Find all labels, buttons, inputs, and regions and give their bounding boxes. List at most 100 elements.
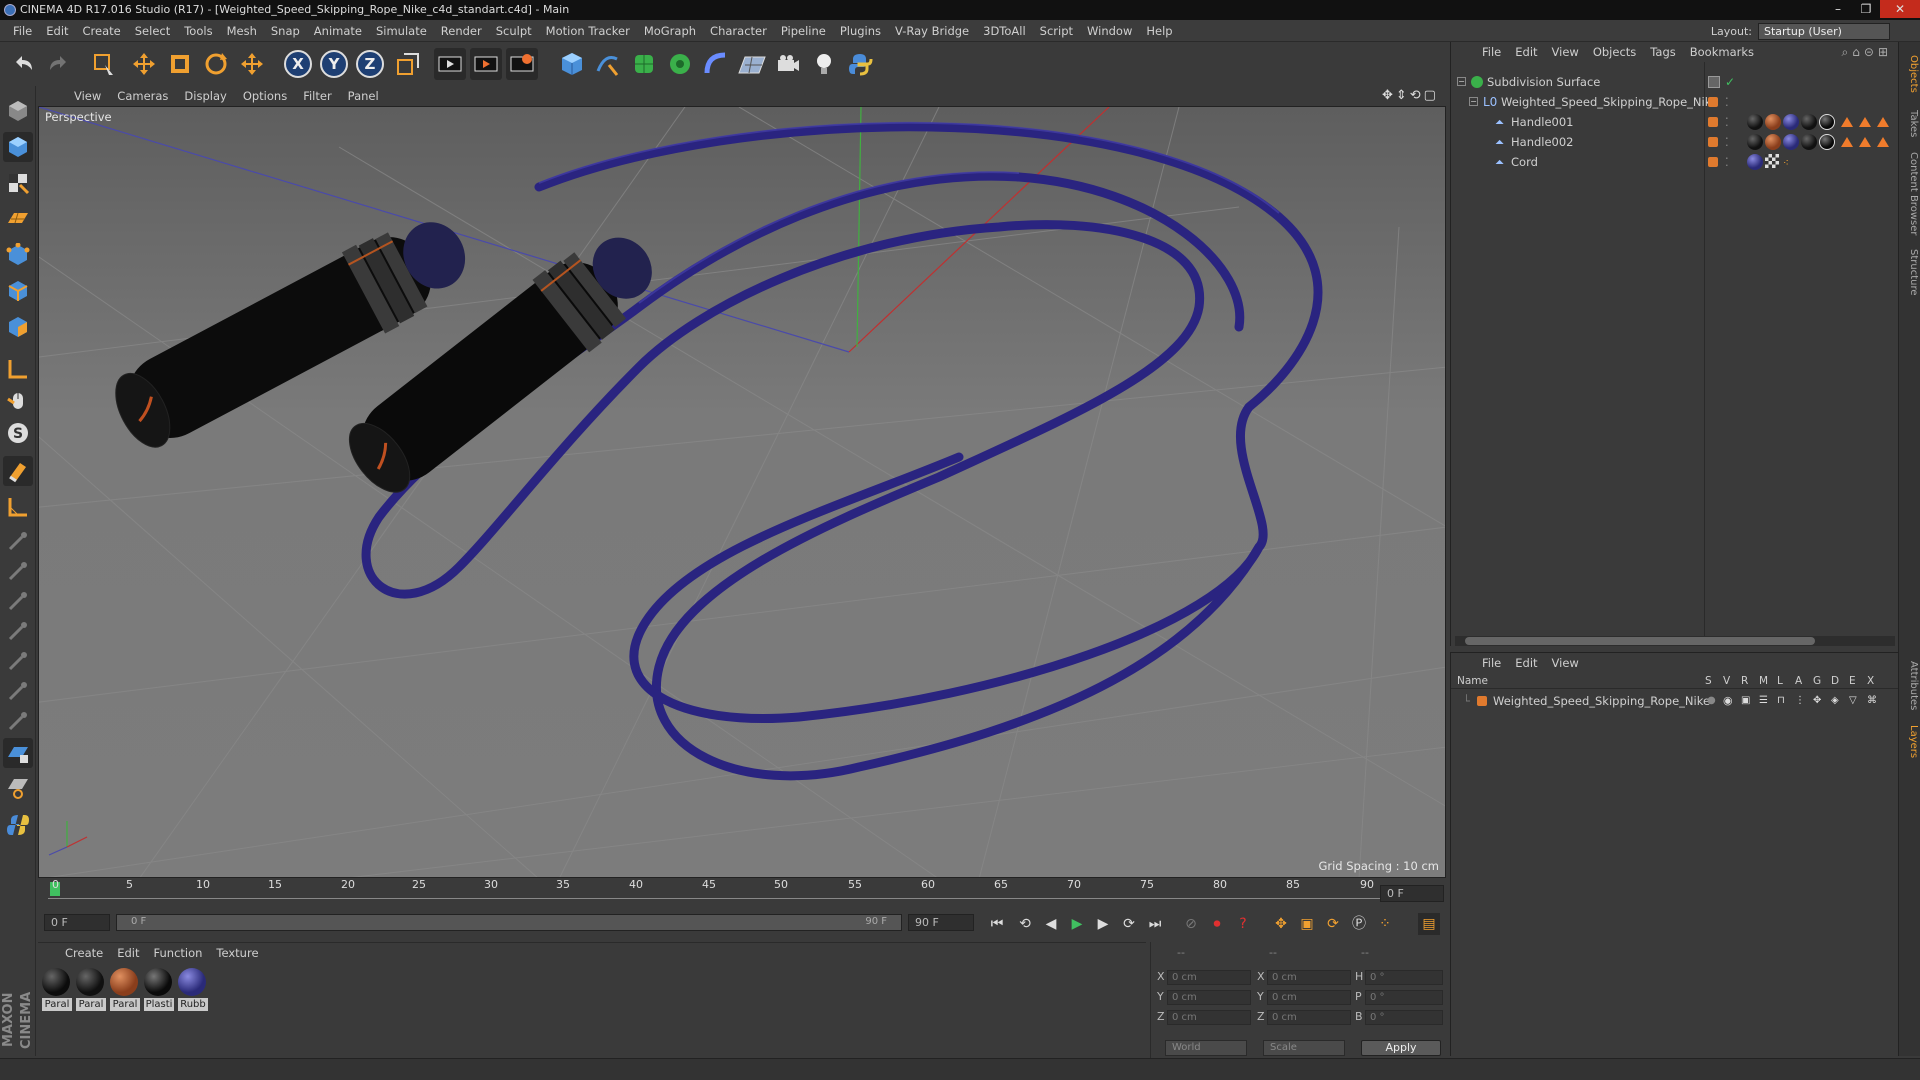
- material-menu-edit[interactable]: Edit: [110, 946, 146, 960]
- side-tab-attributes[interactable]: Attributes: [1901, 656, 1919, 716]
- layer-lock-icon[interactable]: ⊓: [1777, 691, 1785, 711]
- layer-color-icon[interactable]: [1708, 117, 1718, 127]
- layer-color-icon[interactable]: [1708, 97, 1718, 107]
- material-tag-icon[interactable]: [1801, 114, 1817, 130]
- viewport-menu-filter[interactable]: Filter: [295, 89, 339, 103]
- object-manager-column-divider[interactable]: [1704, 62, 1705, 636]
- restore-icon[interactable]: ❐: [1852, 0, 1880, 18]
- uvw-tag-icon[interactable]: [1765, 154, 1779, 168]
- menu-file[interactable]: File: [6, 24, 39, 38]
- material-menu-create[interactable]: Create: [58, 946, 110, 960]
- viewport-menu-view[interactable]: View: [66, 89, 109, 103]
- solo-mode-icon[interactable]: S: [3, 418, 33, 448]
- autokeying-icon[interactable]: ⏺: [1206, 913, 1228, 935]
- coordinate-space-dropdown[interactable]: World: [1165, 1040, 1247, 1056]
- sculpt-brush-4-icon[interactable]: [3, 616, 33, 646]
- python-icon[interactable]: [844, 48, 876, 80]
- timeline-settings-icon[interactable]: ▤: [1418, 913, 1440, 935]
- size-x-field[interactable]: 0 cm: [1267, 970, 1351, 985]
- layer-header-locked[interactable]: L: [1777, 675, 1783, 687]
- material-swatch[interactable]: Plasti: [144, 968, 174, 1011]
- material-menu-function[interactable]: Function: [147, 946, 210, 960]
- object-row-subdivision-surface[interactable]: − Subdivision Surface ✓: [1451, 72, 1899, 92]
- selection-tag-icon[interactable]: [1859, 117, 1871, 127]
- side-tab-objects[interactable]: Objects: [1901, 52, 1919, 96]
- timeline-ruler[interactable]: 0 5 10 15 20 25 30 35 40 45 50 55 60 65 …: [38, 878, 1446, 908]
- spline-pen-icon[interactable]: [592, 48, 624, 80]
- pos-y-field[interactable]: 0 cm: [1167, 990, 1251, 1005]
- previous-frame-icon[interactable]: ◀: [1040, 913, 1062, 935]
- perspective-viewport[interactable]: Perspective Grid Spacing : 10 cm: [38, 106, 1446, 878]
- layer-solo-icon[interactable]: ●: [1707, 691, 1716, 711]
- object-row-cord[interactable]: ⏶ Cord ⁚ ⁖: [1451, 152, 1899, 172]
- move-icon[interactable]: [128, 48, 160, 80]
- pos-x-field[interactable]: 0 cm: [1167, 970, 1251, 985]
- sculpt-brush-7-icon[interactable]: [3, 706, 33, 736]
- previous-key-icon[interactable]: ⟲: [1014, 913, 1036, 935]
- material-tag-icon[interactable]: [1819, 134, 1835, 150]
- material-tag-icon[interactable]: [1783, 134, 1799, 150]
- y-axis-lock-button[interactable]: Y: [318, 48, 350, 80]
- edges-mode-icon[interactable]: [3, 276, 33, 306]
- menu-sculpt[interactable]: Sculpt: [489, 24, 539, 38]
- rot-p-field[interactable]: 0 °: [1365, 990, 1443, 1005]
- model-mode-icon[interactable]: [3, 132, 33, 162]
- menu-render[interactable]: Render: [434, 24, 489, 38]
- object-manager-search-icons[interactable]: ⌕⌂⊝⊞: [1842, 45, 1892, 60]
- z-axis-lock-button[interactable]: Z: [354, 48, 386, 80]
- material-menu-texture[interactable]: Texture: [209, 946, 265, 960]
- layer-header-deformers[interactable]: D: [1831, 675, 1839, 687]
- layer-row[interactable]: └ Weighted_Speed_Skipping_Rope_Nike ● ◉ …: [1451, 691, 1899, 711]
- next-frame-icon[interactable]: ▶: [1092, 913, 1114, 935]
- menu-pipeline[interactable]: Pipeline: [774, 24, 833, 38]
- menu-snap[interactable]: Snap: [264, 24, 307, 38]
- cloner-icon[interactable]: [664, 48, 696, 80]
- parameter-key-icon[interactable]: Ⓟ: [1348, 913, 1370, 935]
- go-to-start-icon[interactable]: ⏮: [986, 913, 1008, 935]
- x-axis-lock-button[interactable]: X: [282, 48, 314, 80]
- frame-range-slider[interactable]: 0 F 90 F: [116, 914, 902, 931]
- grid-planes-icon[interactable]: [3, 772, 33, 802]
- material-swatch[interactable]: Paral: [76, 968, 106, 1011]
- sculpt-brush-5-icon[interactable]: [3, 646, 33, 676]
- layer-header-generators[interactable]: G: [1813, 675, 1821, 687]
- layer-color-icon[interactable]: [1708, 137, 1718, 147]
- layer-xref-icon[interactable]: ⌘: [1867, 691, 1877, 711]
- apply-button[interactable]: Apply: [1361, 1040, 1441, 1056]
- layer-header-view[interactable]: V: [1723, 675, 1730, 687]
- pos-z-field[interactable]: 0 cm: [1167, 1010, 1251, 1025]
- objects-menu-view[interactable]: View: [1545, 45, 1586, 59]
- size-y-field[interactable]: 0 cm: [1267, 990, 1351, 1005]
- object-row-rope-null[interactable]: − L0 Weighted_Speed_Skipping_Rope_Nike ⁚: [1451, 92, 1899, 112]
- render-picture-viewer-icon[interactable]: [470, 48, 502, 80]
- viewport-menu-options[interactable]: Options: [235, 89, 295, 103]
- layers-menu-view[interactable]: View: [1545, 656, 1586, 670]
- selection-tag-icon[interactable]: [1859, 137, 1871, 147]
- deformer-icon[interactable]: [700, 48, 732, 80]
- end-frame-field[interactable]: 90 F: [908, 914, 974, 931]
- start-frame-field[interactable]: 0 F: [44, 914, 110, 931]
- object-row-handle001[interactable]: ⏶ Handle001 ⁚: [1451, 112, 1899, 132]
- object-manager-scrollbar[interactable]: [1455, 636, 1895, 646]
- menu-help[interactable]: Help: [1139, 24, 1179, 38]
- layer-header-render[interactable]: R: [1741, 675, 1748, 687]
- side-tab-takes[interactable]: Takes: [1901, 104, 1919, 144]
- close-icon[interactable]: ✕: [1880, 0, 1920, 18]
- menu-edit[interactable]: Edit: [39, 24, 75, 38]
- workplane-icon[interactable]: [3, 204, 33, 234]
- go-to-end-icon[interactable]: ⏭: [1144, 913, 1166, 935]
- menu-script[interactable]: Script: [1033, 24, 1080, 38]
- viewport-nav-icons[interactable]: ✥⇕⟲▢: [1382, 88, 1442, 104]
- objects-menu-edit[interactable]: Edit: [1508, 45, 1544, 59]
- viewport-menu-panel[interactable]: Panel: [340, 89, 387, 103]
- material-tag-icon[interactable]: [1819, 114, 1835, 130]
- objects-menu-tags[interactable]: Tags: [1643, 45, 1682, 59]
- live-selection-icon[interactable]: [88, 48, 120, 80]
- scale-icon[interactable]: [164, 48, 196, 80]
- material-tag-icon[interactable]: [1747, 114, 1763, 130]
- camera-icon[interactable]: [772, 48, 804, 80]
- enabled-check-icon[interactable]: ✓: [1725, 72, 1735, 92]
- sculpt-brush-2-icon[interactable]: [3, 556, 33, 586]
- redo-icon[interactable]: [42, 48, 74, 80]
- python-generator-icon[interactable]: [3, 810, 33, 840]
